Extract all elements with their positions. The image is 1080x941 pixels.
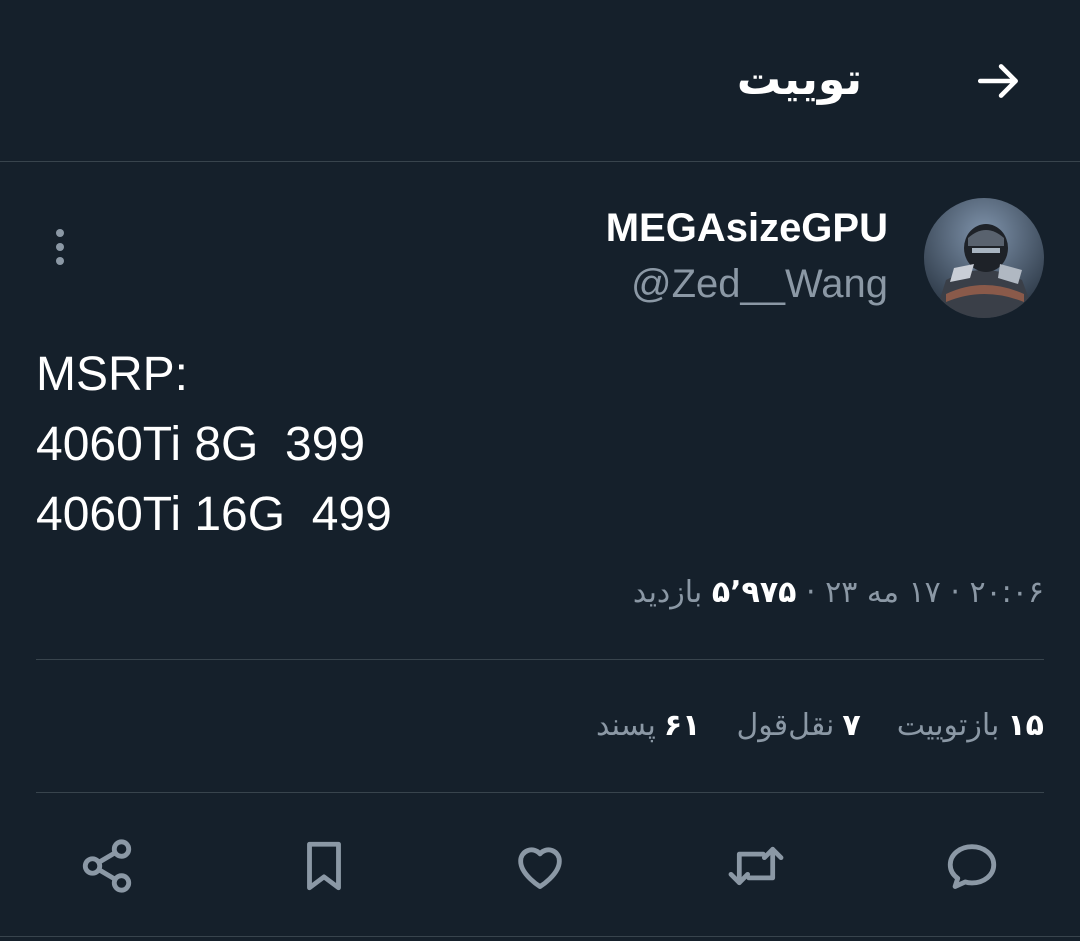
- bookmark-icon: [307, 841, 341, 891]
- arrow-right-icon: [977, 64, 1018, 98]
- tweet-author: MEGAsizeGPU @Zed__Wang: [606, 200, 888, 312]
- like-button[interactable]: [508, 834, 572, 898]
- quotes-stat[interactable]: ۷نقل‌قول: [736, 698, 860, 754]
- likes-stat[interactable]: ۶۱پسند: [596, 698, 701, 754]
- share-icon: [82, 839, 132, 893]
- meta-separator: ·: [806, 575, 816, 610]
- retweet-button[interactable]: [724, 834, 788, 898]
- page-title: توییت: [736, 54, 862, 105]
- divider: [36, 792, 1044, 793]
- retweet-icon: [728, 846, 784, 886]
- engagement-stats: ۱۵بازتوییت ۷نقل‌قول ۶۱پسند: [560, 698, 1044, 754]
- reply-button[interactable]: [940, 834, 1004, 898]
- share-button[interactable]: [75, 834, 139, 898]
- tweet-meta: ۲۰:۰۶ · ۱۷ مه ۲۳ · ۵٬۹۷۵ بازدید: [633, 568, 1044, 618]
- more-options-button[interactable]: [40, 222, 80, 272]
- quotes-label: نقل‌قول: [736, 708, 835, 743]
- avatar[interactable]: [924, 198, 1044, 318]
- tweet-detail-screen: توییت MEGAsizeGPU @Zed__Wang MSRP: 4060T…: [0, 0, 1080, 941]
- tweet-date: ۱۷ مه ۲۳: [825, 575, 941, 610]
- bottom-divider: [0, 936, 1080, 937]
- meta-separator: ·: [950, 575, 960, 610]
- quotes-count: ۷: [842, 708, 861, 743]
- top-bar: توییت: [0, 0, 1080, 162]
- retweets-count: ۱۵: [1007, 708, 1044, 743]
- action-bar: [0, 820, 1080, 910]
- views-count: ۵٬۹۷۵: [711, 575, 797, 610]
- avatar-image: [924, 198, 1044, 318]
- likes-count: ۶۱: [663, 708, 701, 743]
- likes-label: پسند: [595, 708, 656, 743]
- tweet-time: ۲۰:۰۶: [969, 575, 1044, 610]
- display-name[interactable]: MEGAsizeGPU: [606, 200, 888, 256]
- reply-icon: [947, 844, 997, 889]
- views-label: بازدید: [632, 575, 703, 610]
- retweets-stat[interactable]: ۱۵بازتوییت: [897, 698, 1044, 754]
- tweet-text: MSRP: 4060Ti 8G 399 4060Ti 16G 499: [36, 348, 392, 541]
- more-vertical-icon: [56, 229, 64, 265]
- back-button[interactable]: [974, 56, 1024, 106]
- retweets-label: بازتوییت: [896, 708, 1000, 743]
- heart-icon: [518, 847, 562, 889]
- divider: [36, 659, 1044, 660]
- user-handle[interactable]: @Zed__Wang: [606, 256, 888, 312]
- bookmark-button[interactable]: [292, 834, 356, 898]
